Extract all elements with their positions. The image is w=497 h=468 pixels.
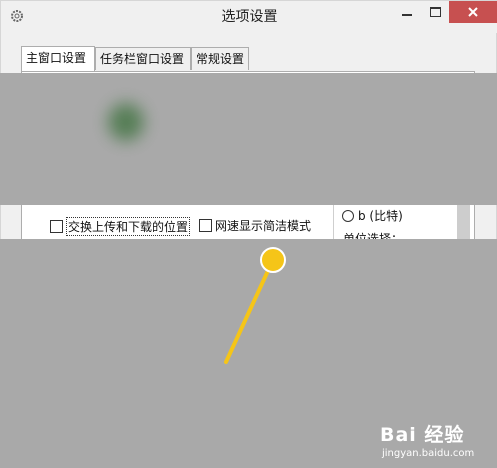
pointer-annotation <box>224 247 286 364</box>
pointer-dot <box>260 247 286 273</box>
watermark-url: jingyan.baidu.com <box>382 448 475 459</box>
pointer-line <box>224 260 274 364</box>
watermark-brand: Bai 经验 <box>380 424 465 446</box>
